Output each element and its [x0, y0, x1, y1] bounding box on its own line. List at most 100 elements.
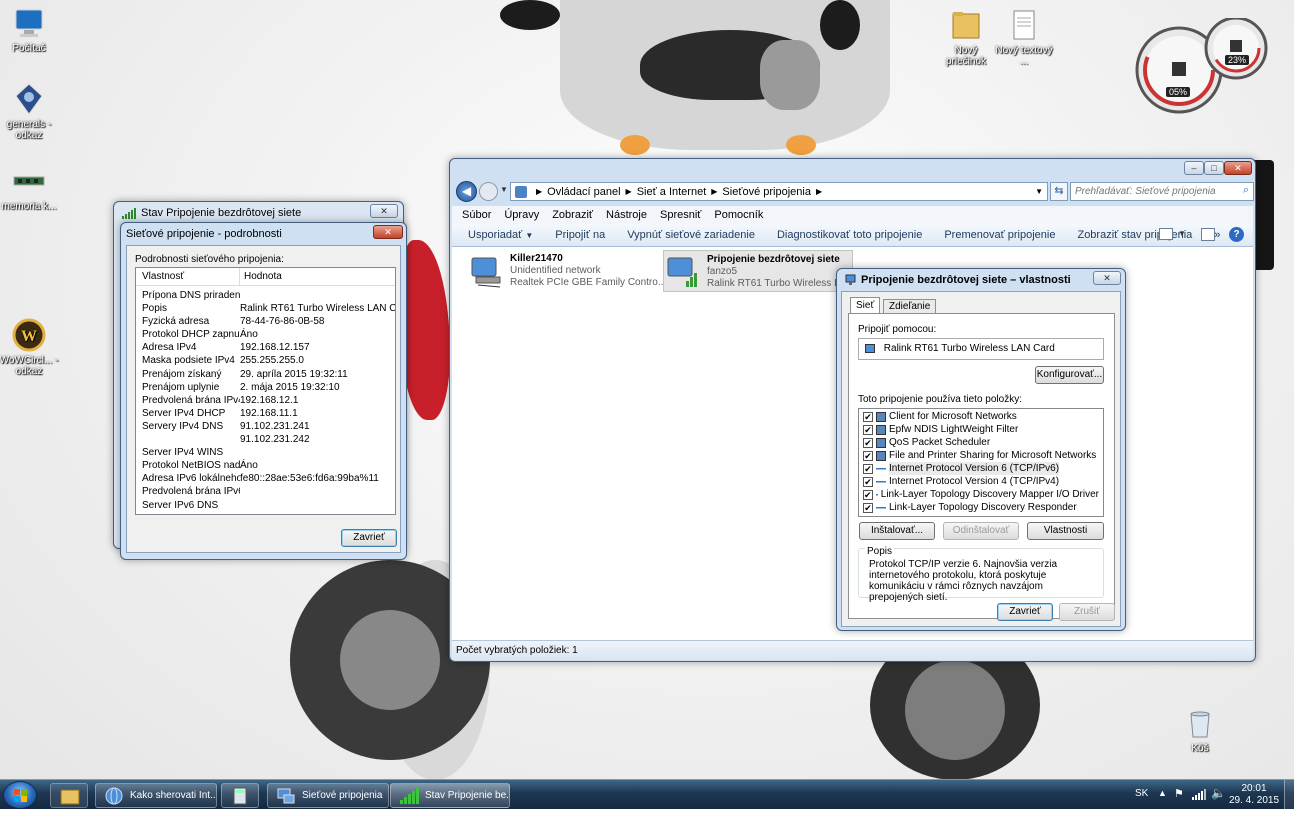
- table-row[interactable]: Predvolená brána IPv6: [136, 485, 395, 498]
- taskbar-item-network-connections[interactable]: Sieťové pripojenia: [267, 783, 389, 808]
- view-options-icon[interactable]: [1159, 228, 1173, 240]
- close-button[interactable]: ✕: [370, 204, 398, 218]
- desktop-icon-computer[interactable]: Počítač: [0, 6, 61, 54]
- close-dialog-button[interactable]: Zavrieť: [341, 529, 397, 547]
- component-checkbox[interactable]: ✔: [863, 424, 873, 435]
- uninstall-button[interactable]: Odinštalovať: [943, 522, 1019, 540]
- show-hidden-icons-button[interactable]: ▲: [1158, 788, 1167, 798]
- address-bar[interactable]: ▶ Ovládací panel ▶ Sieť a Internet ▶ Sie…: [510, 182, 1048, 201]
- back-button[interactable]: ◀: [456, 181, 477, 202]
- taskbar-pinned-explorer[interactable]: [50, 783, 88, 808]
- disable-device-button[interactable]: Vypnúť sieťové zariadenie: [627, 229, 755, 241]
- properties-button[interactable]: Vlastnosti: [1027, 522, 1104, 540]
- table-row[interactable]: Fyzická adresa 78-44-76-86-0B-58: [136, 315, 395, 328]
- show-desktop-button[interactable]: [1284, 780, 1294, 810]
- table-row[interactable]: Predvolená brána IPv4 192.168.12.1: [136, 394, 395, 407]
- table-row[interactable]: Prenájom získaný 29. apríla 2015 19:32:11: [136, 368, 395, 381]
- table-row[interactable]: Protokol NetBIOS nad pr...Áno: [136, 459, 395, 472]
- view-status-button[interactable]: Zobraziť stav pripojenia: [1077, 229, 1192, 241]
- menu-file[interactable]: Súbor: [462, 209, 491, 221]
- menu-tools[interactable]: Nástroje: [606, 209, 647, 221]
- menu-help[interactable]: Pomocník: [714, 209, 763, 221]
- desktop-icon-wowcircle[interactable]: W WoWCircl... - odkaz: [0, 318, 61, 377]
- preview-pane-icon[interactable]: [1201, 228, 1215, 241]
- component-checkbox[interactable]: ✔: [863, 437, 873, 448]
- table-row[interactable]: 91.102.231.242: [136, 433, 395, 446]
- table-row[interactable]: Protokol DHCP zapnutý Áno: [136, 328, 395, 341]
- volume-icon[interactable]: 🔈: [1211, 786, 1226, 800]
- component-checkbox[interactable]: ✔: [863, 476, 873, 487]
- cpu-meter-gadget[interactable]: 05% 23%: [1134, 16, 1272, 118]
- install-button[interactable]: Inštalovať...: [859, 522, 935, 540]
- taskbar-item-browser[interactable]: Kako sherovati Int...: [95, 783, 217, 808]
- desktop-icon-new-folder[interactable]: Nový priečinok: [934, 8, 998, 67]
- component-item[interactable]: ✔ QoS Packet Scheduler: [863, 436, 1099, 449]
- connection-item-ethernet[interactable]: Killer21470 Unidentified network Realtek…: [470, 253, 666, 291]
- component-checkbox[interactable]: ✔: [863, 463, 873, 474]
- search-input[interactable]: [1071, 183, 1231, 200]
- component-item[interactable]: ✔ Epfw NDIS LightWeight Filter: [863, 423, 1099, 436]
- table-row[interactable]: Server IPv6 DNS: [136, 499, 395, 512]
- more-commands-button[interactable]: »: [1214, 229, 1220, 241]
- component-item[interactable]: ✔ Link-Layer Topology Discovery Responder: [863, 501, 1099, 514]
- close-button[interactable]: ✕: [1093, 271, 1121, 285]
- tab-network[interactable]: Sieť: [850, 297, 881, 314]
- minimize-button[interactable]: –: [1184, 161, 1204, 175]
- taskbar-item-wireless-status[interactable]: Stav Pripojenie be...: [390, 783, 510, 808]
- component-item[interactable]: ✔ File and Printer Sharing for Microsoft …: [863, 449, 1099, 462]
- breadcrumb-item[interactable]: Sieť a Internet: [637, 186, 707, 198]
- tab-sharing[interactable]: Zdieľanie: [883, 299, 937, 314]
- component-checkbox[interactable]: ✔: [863, 411, 873, 422]
- action-center-flag-icon[interactable]: ⚑: [1174, 787, 1184, 800]
- table-row[interactable]: Prenájom uplynie 2. mája 2015 19:32:10: [136, 381, 395, 394]
- recent-pages-dropdown[interactable]: ▼: [500, 185, 508, 194]
- component-checkbox[interactable]: ✔: [863, 450, 873, 461]
- menu-view[interactable]: Zobraziť: [552, 209, 593, 221]
- desktop-icon-new-textfile[interactable]: Nový textový ...: [992, 8, 1056, 67]
- ok-button[interactable]: Zavrieť: [997, 603, 1053, 621]
- configure-button[interactable]: Konfigurovať...: [1035, 366, 1104, 384]
- cancel-button[interactable]: Zrušiť: [1059, 603, 1115, 621]
- start-button[interactable]: [3, 781, 37, 809]
- table-row[interactable]: Maska podsiete IPv4 255.255.255.0: [136, 354, 395, 367]
- table-row[interactable]: Server IPv4 WINS: [136, 446, 395, 459]
- component-checkbox[interactable]: ✔: [863, 489, 873, 500]
- table-row[interactable]: Adresa IPv4 192.168.12.157: [136, 341, 395, 354]
- component-item[interactable]: ✔ Client for Microsoft Networks: [863, 410, 1099, 423]
- component-item[interactable]: ✔ Link-Layer Topology Discovery Mapper I/…: [863, 488, 1099, 501]
- column-header-property[interactable]: Vlastnosť: [136, 268, 240, 285]
- table-row[interactable]: Adresa IPv6 lokálneho p...fe80::28ae:53e…: [136, 472, 395, 485]
- taskbar-item-calculator[interactable]: [221, 783, 259, 808]
- connection-item-wireless[interactable]: Pripojenie bezdrôtovej siete fanzo5 Rali…: [663, 250, 853, 292]
- refresh-button[interactable]: ⇆: [1050, 182, 1068, 201]
- breadcrumb-item[interactable]: Ovládací panel: [547, 186, 620, 198]
- table-row[interactable]: Servery IPv4 DNS 91.102.231.241: [136, 420, 395, 433]
- language-indicator[interactable]: SK: [1135, 788, 1148, 799]
- desktop-icon-generals[interactable]: generals - odkaz: [0, 82, 61, 141]
- close-button[interactable]: ✕: [1224, 161, 1252, 175]
- wifi-signal-icon[interactable]: [1192, 788, 1206, 800]
- menu-edit[interactable]: Úpravy: [504, 209, 539, 221]
- menu-advanced[interactable]: Spresniť: [660, 209, 701, 221]
- table-row[interactable]: Prípona DNS priradená ...: [136, 289, 395, 302]
- desktop-icon-memoria[interactable]: memoria k...: [0, 164, 61, 212]
- table-row[interactable]: Popis Ralink RT61 Turbo Wireless LAN Card: [136, 302, 395, 315]
- close-button[interactable]: ✕: [373, 225, 403, 239]
- column-header-value[interactable]: Hodnota: [240, 268, 395, 285]
- help-icon[interactable]: ?: [1229, 227, 1244, 242]
- breadcrumb-item[interactable]: Sieťové pripojenia: [722, 186, 811, 198]
- connect-to-button[interactable]: Pripojiť na: [555, 229, 605, 241]
- address-dropdown-icon[interactable]: ▼: [1035, 187, 1043, 196]
- clock[interactable]: 20:01 29. 4. 2015: [1228, 783, 1280, 807]
- organize-button[interactable]: Usporiadať ▼: [468, 229, 533, 241]
- maximize-button[interactable]: □: [1204, 161, 1224, 175]
- search-box[interactable]: ⌕: [1070, 182, 1254, 201]
- desktop-icon-recycle-bin[interactable]: Kôš: [1168, 706, 1232, 754]
- component-checkbox[interactable]: ✔: [863, 502, 873, 513]
- component-item[interactable]: ✔ Internet Protocol Version 6 (TCP/IPv6): [863, 462, 1099, 475]
- rename-button[interactable]: Premenovať pripojenie: [944, 229, 1055, 241]
- diagnose-button[interactable]: Diagnostikovať toto pripojenie: [777, 229, 922, 241]
- component-item[interactable]: ✔ Internet Protocol Version 4 (TCP/IPv4): [863, 475, 1099, 488]
- forward-button[interactable]: [479, 182, 498, 201]
- table-row[interactable]: Server IPv4 DHCP 192.168.11.1: [136, 407, 395, 420]
